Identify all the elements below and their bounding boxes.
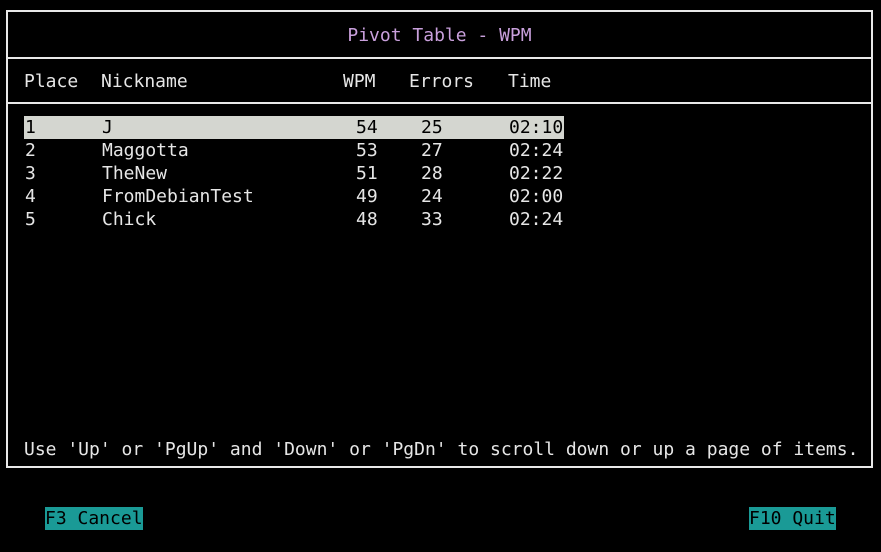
cell-place: 1 bbox=[25, 117, 36, 138]
title-divider bbox=[8, 57, 871, 59]
cell-nickname: Chick bbox=[102, 209, 157, 230]
column-header-time: Time bbox=[508, 71, 552, 92]
dialog-title: Pivot Table - WPM bbox=[347, 25, 532, 46]
cell-errors: 24 bbox=[421, 186, 443, 207]
column-header-wpm: WPM bbox=[343, 71, 376, 92]
cell-errors: 33 bbox=[421, 209, 443, 230]
table-row[interactable]: 5 Chick 48 33 02:24 bbox=[24, 208, 564, 231]
cell-time: 02:22 bbox=[509, 163, 564, 184]
cell-time: 02:24 bbox=[509, 140, 564, 161]
cell-errors: 25 bbox=[421, 117, 443, 138]
pivot-table-dialog: Pivot Table - WPM Place Nickname WPM Err… bbox=[6, 10, 873, 468]
column-header-errors: Errors bbox=[409, 71, 475, 92]
cell-time: 02:24 bbox=[509, 209, 564, 230]
column-header-nickname: Nickname bbox=[101, 71, 188, 92]
cell-wpm: 48 bbox=[356, 209, 378, 230]
cell-wpm: 51 bbox=[356, 163, 378, 184]
cell-errors: 27 bbox=[421, 140, 443, 161]
header-divider bbox=[8, 102, 871, 104]
cell-nickname: J bbox=[102, 117, 113, 138]
cell-nickname: Maggotta bbox=[102, 140, 189, 161]
cancel-button[interactable]: F3 Cancel bbox=[45, 507, 143, 530]
cell-place: 4 bbox=[25, 186, 36, 207]
cell-wpm: 49 bbox=[356, 186, 378, 207]
cell-errors: 28 bbox=[421, 163, 443, 184]
table-row[interactable]: 4 FromDebianTest 49 24 02:00 bbox=[24, 185, 564, 208]
column-header-place: Place bbox=[24, 71, 79, 92]
cell-wpm: 54 bbox=[356, 117, 378, 138]
table-row[interactable]: 3 TheNew 51 28 02:22 bbox=[24, 162, 564, 185]
table-row[interactable]: 2 Maggotta 53 27 02:24 bbox=[24, 139, 564, 162]
scroll-hint: Use 'Up' or 'PgUp' and 'Down' or 'PgDn' … bbox=[24, 439, 859, 460]
quit-button[interactable]: F10 Quit bbox=[749, 507, 836, 530]
cell-time: 02:10 bbox=[509, 117, 564, 138]
table-row[interactable]: 1 J 54 25 02:10 bbox=[24, 116, 564, 139]
cell-place: 3 bbox=[25, 163, 36, 184]
cell-wpm: 53 bbox=[356, 140, 378, 161]
cell-place: 2 bbox=[25, 140, 36, 161]
cell-place: 5 bbox=[25, 209, 36, 230]
cell-nickname: TheNew bbox=[102, 163, 168, 184]
cell-time: 02:00 bbox=[509, 186, 564, 207]
cell-nickname: FromDebianTest bbox=[102, 186, 254, 207]
